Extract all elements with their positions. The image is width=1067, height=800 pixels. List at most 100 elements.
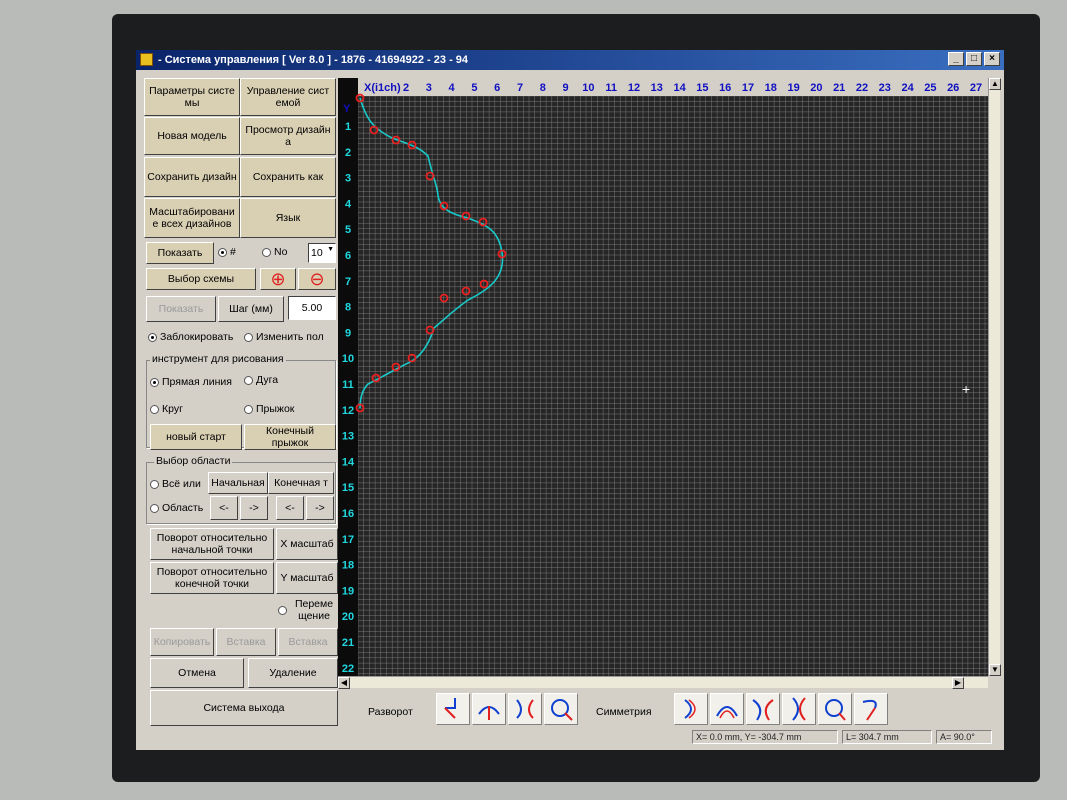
x-tick-label: 3 <box>426 82 432 94</box>
rotate-left-icon[interactable] <box>436 693 470 725</box>
straight-line-radio[interactable]: Прямая линия <box>150 376 242 388</box>
arc-radio[interactable]: Дуга <box>244 374 332 386</box>
y-tick-label: 2 <box>345 147 351 159</box>
step-label: Шаг (мм) <box>218 296 284 322</box>
x-tick-label: 12 <box>628 82 640 94</box>
grid-size-select[interactable]: 10 ▼ <box>308 243 336 263</box>
y-tick-label: 6 <box>345 250 351 262</box>
y-tick-label: 3 <box>345 173 351 185</box>
horizontal-scrollbar[interactable]: ◀ ▶ <box>338 676 988 689</box>
y-tick-label: 18 <box>342 560 354 572</box>
mirror-hook-icon[interactable] <box>854 693 888 725</box>
end-next-button[interactable]: -> <box>306 496 334 520</box>
chevron-down-icon: ▼ <box>327 246 334 253</box>
scroll-up-icon[interactable]: ▲ <box>989 78 1001 90</box>
grid-no-radio[interactable]: No <box>262 246 302 258</box>
y-tick-label: 11 <box>342 379 354 391</box>
y-tick-label: 4 <box>345 198 352 210</box>
rotate-circle-icon[interactable] <box>544 693 578 725</box>
x-scale-button[interactable]: X масштаб <box>276 528 338 560</box>
status-coords: X= 0.0 mm, Y= -304.7 mm <box>692 730 838 744</box>
delete-button[interactable]: Удаление <box>248 658 338 688</box>
minimize-button[interactable]: _ <box>948 52 964 66</box>
vertical-scrollbar[interactable]: ▲ ▼ <box>988 78 1001 676</box>
x-tick-label: 18 <box>765 82 777 94</box>
x-tick-label: 2 <box>403 82 409 94</box>
mirror-circle-icon[interactable] <box>818 693 852 725</box>
change-radio[interactable]: Изменить пол <box>244 331 336 343</box>
system-params-button[interactable]: Параметры систе мы <box>144 78 240 116</box>
mirror-right-icon[interactable] <box>674 693 708 725</box>
mirror-cross-icon[interactable] <box>782 693 816 725</box>
y-scale-button[interactable]: Y масштаб <box>276 562 338 594</box>
zoom-out-icon[interactable]: ⊖ <box>298 268 336 290</box>
show-disabled-button[interactable]: Показать <box>146 296 216 322</box>
rotate-up-icon[interactable] <box>472 693 506 725</box>
scroll-down-icon[interactable]: ▼ <box>989 664 1001 676</box>
y-tick-label: 16 <box>342 508 354 520</box>
grid-hash-radio[interactable]: # <box>218 246 258 258</box>
status-length: L= 304.7 mm <box>842 730 932 744</box>
x-tick-label: 11 <box>605 82 617 94</box>
y-tick-label: 13 <box>342 431 354 443</box>
end-point-button[interactable]: Конечная т <box>268 472 334 494</box>
area-radio[interactable]: Область <box>150 502 208 514</box>
copy-button[interactable]: Копировать <box>150 628 214 656</box>
new-model-button[interactable]: Новая модель <box>144 117 240 155</box>
mirror-top-icon[interactable] <box>710 693 744 725</box>
mirror-diagonal-icon[interactable] <box>746 693 780 725</box>
x-tick-label: 20 <box>810 82 822 94</box>
exit-system-button[interactable]: Система выхода <box>150 690 338 726</box>
y-tick-label: 12 <box>342 405 354 417</box>
x-axis-label: X(i1ch) <box>364 82 401 94</box>
y-tick-label: 8 <box>345 302 351 314</box>
design-canvas[interactable]: X(i1ch) Y 2 3 4 5 6 7 8 9 10 11 12 13 14 15 16 17 18 19 20… <box>338 78 988 676</box>
move-radio[interactable]: Переме щение <box>278 598 338 622</box>
x-tick-label: 26 <box>947 82 959 94</box>
y-axis-label: Y <box>343 103 351 115</box>
cancel-button[interactable]: Отмена <box>150 658 244 688</box>
maximize-button[interactable]: □ <box>966 52 982 66</box>
end-jump-button[interactable]: Конечный прыжок <box>244 424 336 450</box>
rotate-cross-icon[interactable] <box>508 693 542 725</box>
y-tick-label: 9 <box>345 327 351 339</box>
rotate-end-button[interactable]: Поворот относительно конечной точки <box>150 562 274 594</box>
x-tick-label: 10 <box>582 82 594 94</box>
all-radio[interactable]: Всё или <box>150 478 208 490</box>
save-design-button[interactable]: Сохранить дизайн <box>144 157 240 197</box>
x-tick-label: 16 <box>719 82 731 94</box>
control-panel: Параметры систе мы Управление сист емой … <box>140 76 340 748</box>
x-tick-label: 27 <box>970 82 982 94</box>
jump-radio[interactable]: Прыжок <box>244 403 332 415</box>
x-tick-label: 21 <box>833 82 845 94</box>
zoom-in-icon[interactable]: ⊕ <box>260 268 296 290</box>
lock-radio[interactable]: Заблокировать <box>148 331 242 343</box>
paste-button[interactable]: Вставка <box>216 628 276 656</box>
scroll-left-icon[interactable]: ◀ <box>338 677 350 689</box>
crosshair-cursor-icon: + <box>962 381 970 397</box>
show-grid-button[interactable]: Показать <box>146 242 214 264</box>
start-prev-button[interactable]: <- <box>210 496 238 520</box>
scale-all-designs-button[interactable]: Масштабировани е всех дизайнов <box>144 198 240 238</box>
symmetry-label: Симметрия <box>596 706 652 718</box>
system-control-button[interactable]: Управление сист емой <box>240 78 336 116</box>
save-as-button[interactable]: Сохранить как <box>240 157 336 197</box>
close-button[interactable]: × <box>984 52 1000 66</box>
start-next-button[interactable]: -> <box>240 496 268 520</box>
scheme-select-button[interactable]: Выбор схемы <box>146 268 256 290</box>
scroll-right-icon[interactable]: ▶ <box>952 677 964 689</box>
rotate-start-button[interactable]: Поворот относительно начальной точки <box>150 528 274 560</box>
application-window: - Система управления [ Ver 8.0 ] - 1876 … <box>136 50 1004 750</box>
step-input[interactable]: 5.00 <box>288 296 336 320</box>
y-tick-label: 21 <box>342 637 354 649</box>
new-start-button[interactable]: новый старт <box>150 424 242 450</box>
end-prev-button[interactable]: <- <box>276 496 304 520</box>
circle-radio[interactable]: Круг <box>150 403 242 415</box>
x-tick-label: 13 <box>651 82 663 94</box>
x-tick-label: 7 <box>517 82 523 94</box>
paste-alt-button[interactable]: Вставка <box>278 628 338 656</box>
x-tick-label: 17 <box>742 82 754 94</box>
start-point-button[interactable]: Начальная <box>208 472 268 494</box>
language-button[interactable]: Язык <box>240 198 336 238</box>
view-design-button[interactable]: Просмотр дизайн а <box>240 117 336 155</box>
